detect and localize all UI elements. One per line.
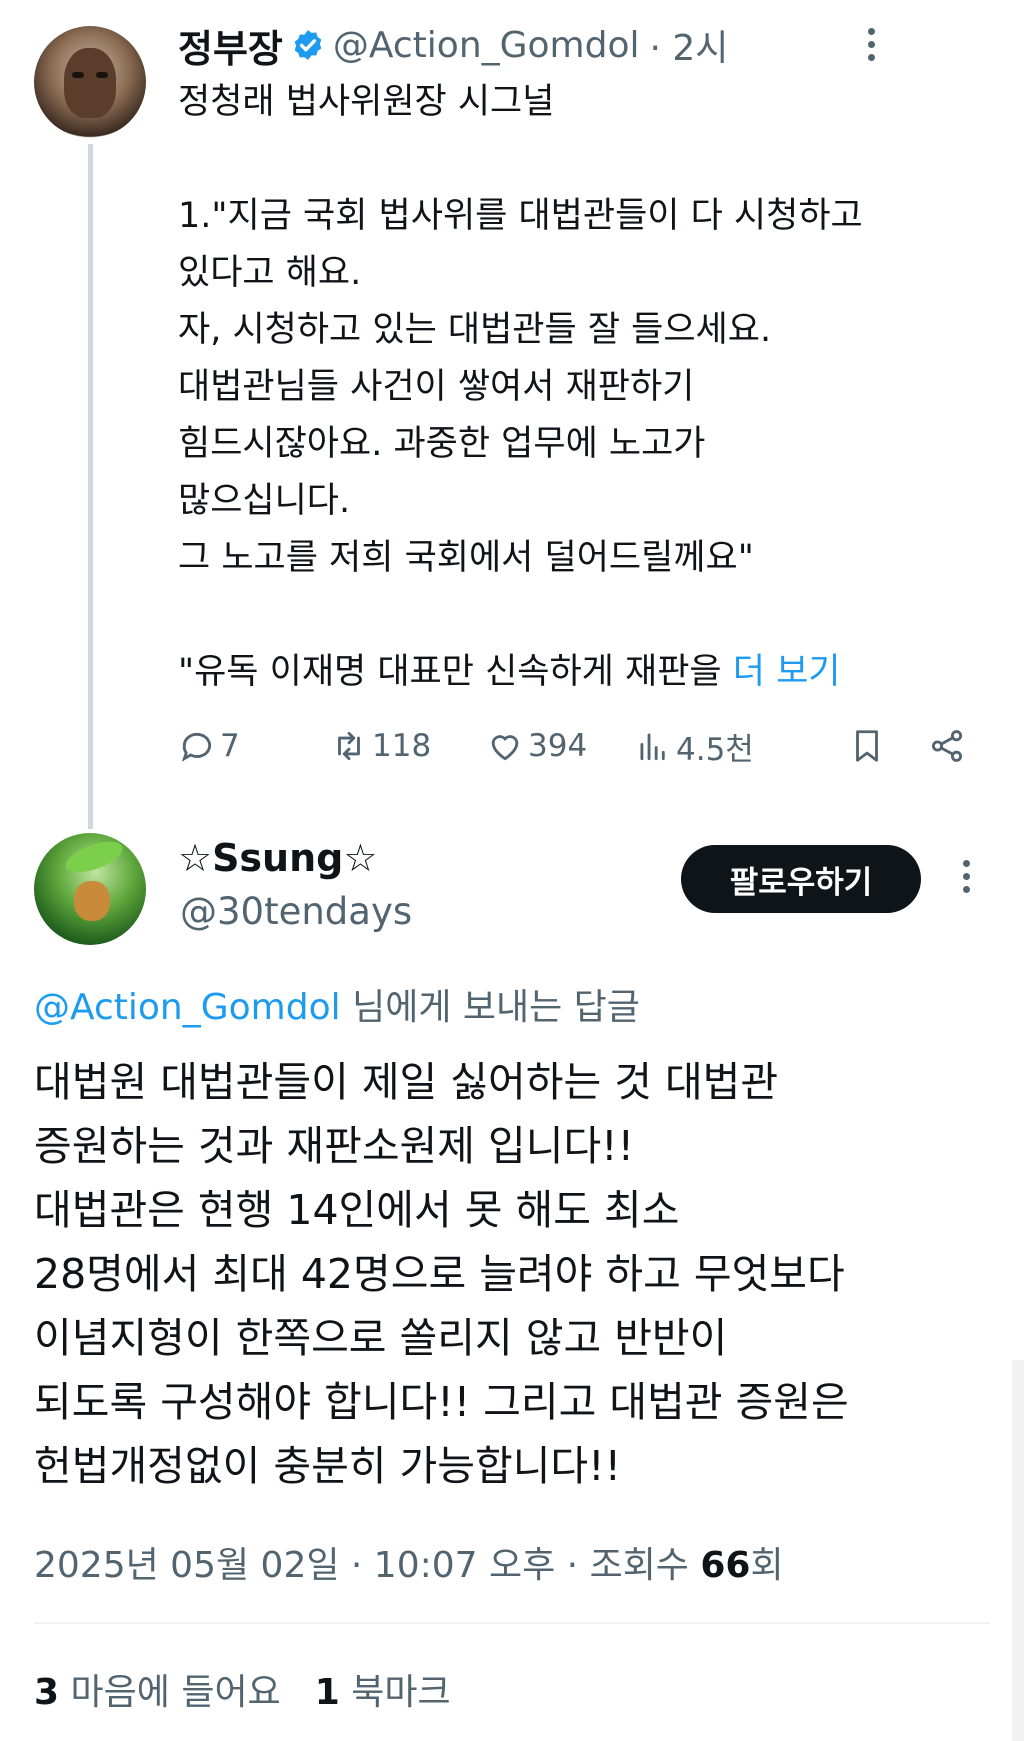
tweet1-action-bar: 7 118 394 4.5천	[178, 722, 978, 770]
share-icon	[931, 730, 963, 762]
tweet1-line: 1."지금 국회 법사위를 대법관들이 다 시청하고	[178, 196, 863, 236]
avatar-jeongbujang[interactable]	[34, 26, 146, 138]
tweet1-line	[178, 131, 978, 188]
tweet1-handle[interactable]: @Action_Gomdol	[333, 25, 640, 66]
tweet1-more-icon[interactable]	[866, 28, 876, 61]
reply-button[interactable]: 7	[178, 722, 240, 770]
like-icon	[491, 735, 519, 761]
show-more-link[interactable]: 더 보기	[733, 652, 841, 692]
tweet1-line: 힘드시잖아요. 과중한 업무에 노고가	[178, 424, 706, 464]
tweet2-line: 되도록 구성해야 합니다!! 그리고 대법관 증원은	[34, 1378, 849, 1426]
tweet2-timestamp-views: 2025년 05월 02일 · 10:07 오후 · 조회수 66회	[34, 1536, 784, 1588]
tweet2-more-icon[interactable]	[961, 860, 971, 893]
views-icon	[640, 733, 665, 761]
tweet2-line: 28명에서 최대 42명으로 늘려야 하고 무엇보다	[34, 1250, 845, 1298]
divider	[34, 1622, 990, 1624]
likes-label: 마음에 들어요	[70, 1672, 281, 1713]
reply-icon	[181, 732, 212, 762]
retweet-button[interactable]: 118	[330, 722, 431, 770]
thread-connector-line	[88, 144, 93, 829]
likes-count: 3	[34, 1672, 60, 1713]
tweet1-line: 그 노고를 저희 국회에서 덜어드릴께요"	[178, 538, 754, 578]
bookmarks-label: 북마크	[351, 1672, 451, 1713]
like-button[interactable]: 394	[486, 722, 587, 770]
follow-button[interactable]: 팔로우하기	[681, 845, 921, 913]
tweet2-line: 대법원 대법관들이 제일 싫어하는 것 대법관	[34, 1058, 779, 1106]
tweet2-engagement-stats: 3 마음에 들어요 1 북마크	[34, 1663, 451, 1715]
bookmarks-count: 1	[314, 1672, 340, 1713]
view-count-number: 66	[700, 1545, 751, 1586]
tweet1-author-name[interactable]: 정부장	[178, 18, 283, 73]
tweet2-author-name[interactable]: ☆Ssung☆	[178, 836, 377, 880]
avatar-ssung[interactable]	[34, 833, 146, 945]
tweet1-last-line: "유독 이재명 대표만 신속하게 재판을 더 보기	[178, 644, 978, 701]
avatar-frog	[74, 881, 110, 921]
tweet1-line: 많으십니다.	[178, 481, 351, 521]
timestamp[interactable]: 2025년 05월 02일 · 10:07 오후 · 조회수	[34, 1545, 700, 1586]
replying-to-line: @Action_Gomdol 님에게 보내는 답글	[34, 978, 640, 1030]
tweet1-time[interactable]: · 2시	[650, 19, 729, 71]
tweet2-line: 증원하는 것과 재판소원제 입니다!!	[34, 1122, 635, 1170]
tweet1-line: 정청래 법사위원장 시그널	[178, 82, 555, 122]
likes-stat[interactable]: 3 마음에 들어요	[34, 1672, 281, 1713]
avatar-leaf	[61, 835, 127, 879]
bookmark-icon	[856, 730, 878, 762]
scrollbar[interactable]	[1012, 1360, 1024, 1741]
retweet-count: 118	[372, 728, 432, 764]
views-button[interactable]: 4.5천	[634, 722, 754, 770]
retweet-icon	[338, 731, 360, 761]
tweet1-line: 자, 시청하고 있는 대법관들 잘 들으세요.	[178, 310, 772, 350]
share-button[interactable]	[928, 722, 970, 770]
tweet2-line: 헌법개정없이 충분히 가능합니다!!	[34, 1442, 622, 1490]
tweet2-line: 이념지형이 한쪽으로 쏠리지 않고 반반이	[34, 1314, 728, 1362]
tweet1-line	[178, 587, 978, 644]
tweet1-line: 대법관님들 사건이 쌓여서 재판하기	[178, 367, 695, 407]
replying-to-mention[interactable]: @Action_Gomdol	[34, 987, 341, 1028]
view-count: 4.5천	[676, 731, 754, 768]
replying-to-suffix: 님에게 보내는 답글	[352, 987, 640, 1028]
verified-badge-icon	[294, 30, 322, 60]
bookmarks-stat[interactable]: 1 북마크	[315, 1672, 451, 1713]
reply-count: 7	[220, 728, 240, 764]
bookmark-button[interactable]	[848, 722, 890, 770]
tweet2-handle[interactable]: @30tendays	[180, 890, 412, 933]
tweet2-line: 대법관은 현행 14인에서 못 해도 최소	[34, 1186, 680, 1234]
tweet1-text: 정청래 법사위원장 시그널 1."지금 국회 법사위를 대법관들이 다 시청하고…	[178, 74, 978, 701]
tweet1-last-line-text: "유독 이재명 대표만 신속하게 재판을	[178, 652, 722, 692]
tweet1-header: 정부장 @Action_Gomdol · 2시	[178, 18, 729, 73]
view-count-suffix: 회	[750, 1545, 784, 1586]
tweet1-line: 있다고 해요.	[178, 253, 362, 293]
like-count: 394	[528, 728, 588, 764]
avatar-face	[64, 48, 116, 118]
tweet2-text: 대법원 대법관들이 제일 싫어하는 것 대법관 증원하는 것과 재판소원제 입니…	[34, 1050, 994, 1498]
